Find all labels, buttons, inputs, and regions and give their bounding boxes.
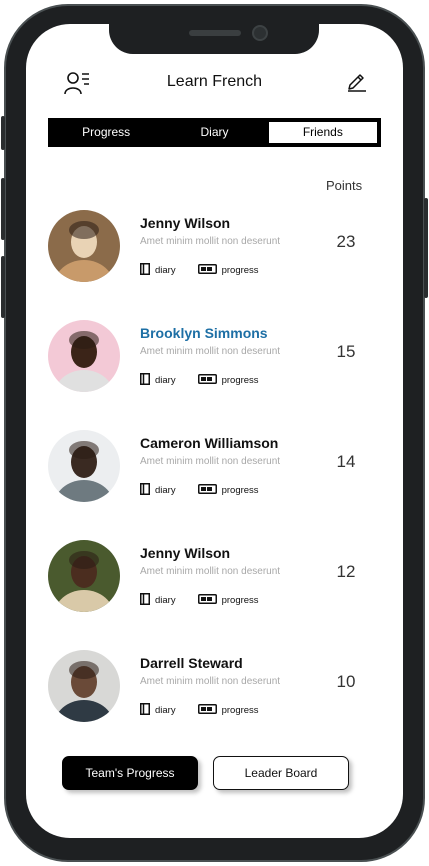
avatar[interactable] [48, 540, 120, 612]
avatar[interactable] [48, 430, 120, 502]
side-button-volume-down [1, 256, 5, 318]
tab-friends[interactable]: Friends [268, 122, 377, 143]
team-progress-button[interactable]: Team's Progress [62, 756, 198, 790]
friend-points: 23 [336, 232, 356, 251]
diary-icon[interactable] [140, 703, 150, 718]
progress-link[interactable]: progress [222, 375, 259, 386]
diary-link[interactable]: diary [155, 595, 176, 606]
speaker [189, 30, 241, 36]
friend-row[interactable]: Jenny Wilson Amet minim mollit non deseru… [26, 540, 403, 620]
friend-points: 14 [336, 452, 356, 471]
tab-diary[interactable]: Diary [160, 122, 268, 143]
friend-row[interactable]: Brooklyn Simmons Amet minim mollit non de… [26, 320, 403, 400]
progress-icon[interactable] [197, 484, 217, 497]
friend-name[interactable]: Jenny Wilson [140, 545, 230, 561]
friend-row[interactable]: Darrell Steward Amet minim mollit non des… [26, 650, 403, 730]
diary-link[interactable]: diary [155, 705, 176, 716]
progress-icon[interactable] [197, 594, 217, 607]
friend-points: 15 [336, 342, 356, 361]
progress-icon[interactable] [197, 704, 217, 717]
diary-link[interactable]: diary [155, 375, 176, 386]
friend-subtitle: Amet minim mollit non deserunt [140, 456, 281, 467]
friend-subtitle: Amet minim mollit non deserunt [140, 566, 281, 577]
friend-name[interactable]: Brooklyn Simmons [140, 325, 268, 341]
diary-link[interactable]: diary [155, 265, 176, 276]
friend-links: diary progress [140, 703, 259, 718]
diary-icon[interactable] [140, 593, 150, 608]
progress-link[interactable]: progress [222, 265, 259, 276]
progress-icon[interactable] [197, 264, 217, 277]
friend-name[interactable]: Cameron Williamson [140, 435, 278, 451]
side-button-volume-up [1, 178, 5, 240]
points-column-header: Points [326, 178, 363, 193]
avatar[interactable] [48, 650, 120, 722]
progress-link[interactable]: progress [222, 705, 259, 716]
diary-link[interactable]: diary [155, 485, 176, 496]
side-button-mute [1, 116, 5, 150]
friend-subtitle: Amet minim mollit non deserunt [140, 236, 281, 247]
friend-row[interactable]: Cameron Williamson Amet minim mollit non … [26, 430, 403, 510]
progress-link[interactable]: progress [222, 595, 259, 606]
side-button-power [424, 198, 428, 298]
friend-subtitle: Amet minim mollit non deserunt [140, 676, 281, 687]
app-header: Learn French [26, 68, 403, 98]
friend-links: diary progress [140, 483, 259, 498]
progress-link[interactable]: progress [222, 485, 259, 496]
notch [109, 24, 319, 54]
screen: Learn French Progress Diary Friends Poin… [26, 24, 403, 838]
friend-points: 12 [336, 562, 356, 581]
diary-icon[interactable] [140, 373, 150, 388]
camera [252, 25, 268, 41]
friend-links: diary progress [140, 593, 259, 608]
tab-bar: Progress Diary Friends [48, 118, 381, 147]
friend-links: diary progress [140, 263, 259, 278]
leader-board-button[interactable]: Leader Board [213, 756, 349, 790]
avatar[interactable] [48, 210, 120, 282]
friend-subtitle: Amet minim mollit non deserunt [140, 346, 281, 357]
friend-row[interactable]: Jenny Wilson Amet minim mollit non deseru… [26, 210, 403, 290]
diary-icon[interactable] [140, 483, 150, 498]
friend-links: diary progress [140, 373, 259, 388]
diary-icon[interactable] [140, 263, 150, 278]
avatar[interactable] [48, 320, 120, 392]
friend-name[interactable]: Jenny Wilson [140, 215, 230, 231]
tab-progress[interactable]: Progress [52, 122, 160, 143]
edit-icon[interactable] [346, 70, 368, 92]
friend-points: 10 [336, 672, 356, 691]
friend-name[interactable]: Darrell Steward [140, 655, 243, 671]
progress-icon[interactable] [197, 374, 217, 387]
